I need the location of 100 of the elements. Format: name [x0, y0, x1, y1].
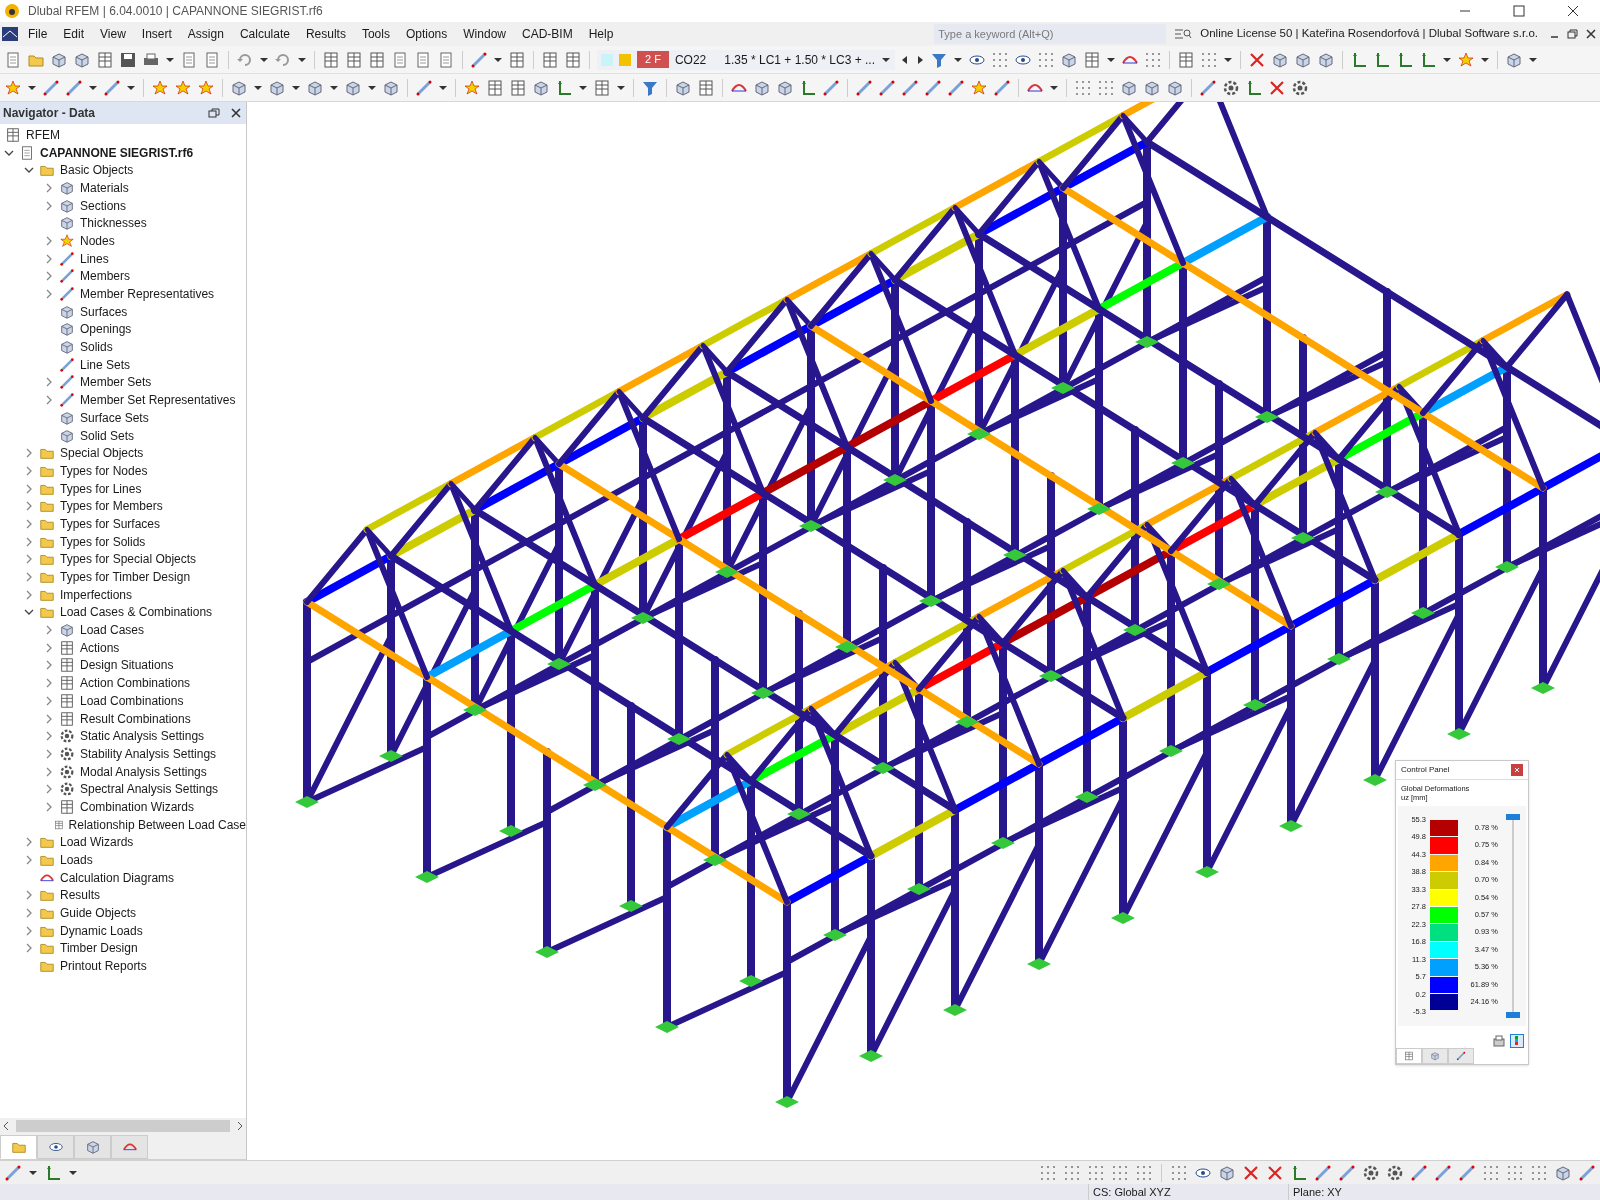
axis-icon[interactable] — [1350, 50, 1369, 69]
scrollbar-thumb[interactable] — [16, 1120, 230, 1132]
dot-grid-icon[interactable] — [1063, 1163, 1081, 1182]
tree-item[interactable]: Combination Wizards — [78, 797, 195, 816]
tree-item[interactable]: Relationship Between Load Case — [66, 815, 246, 834]
menu-item[interactable]: Options — [397, 25, 456, 43]
dot-grid-icon[interactable] — [1144, 50, 1163, 69]
tree-item[interactable]: Stability Analysis Settings — [78, 744, 217, 763]
tree-item[interactable]: Nodes — [78, 231, 115, 250]
tree-item[interactable]: Surfaces — [78, 302, 128, 321]
member-line-icon[interactable] — [1458, 1163, 1476, 1182]
tree-item[interactable]: Solids — [78, 338, 113, 357]
menu-item[interactable]: Assign — [179, 25, 232, 43]
tree-item[interactable]: Types for Nodes — [58, 461, 148, 480]
settings-icon[interactable] — [1362, 1163, 1380, 1182]
tree-item[interactable]: Load Combinations — [78, 691, 184, 710]
tree-item[interactable]: Types for Surfaces — [58, 514, 161, 533]
member-line-icon[interactable] — [855, 78, 873, 97]
range-slider[interactable] — [1506, 814, 1520, 1018]
table-icon[interactable] — [1083, 50, 1102, 69]
axis-icon[interactable] — [44, 1163, 62, 1182]
panel-tab[interactable] — [1422, 1048, 1448, 1064]
tree-item[interactable]: Action Combinations — [78, 674, 191, 693]
table-icon[interactable] — [564, 50, 582, 69]
dot-grid-icon[interactable] — [1039, 1163, 1057, 1182]
node-star-icon[interactable] — [197, 78, 215, 97]
tree-item[interactable]: Results — [58, 886, 100, 905]
tree-item[interactable]: Surface Sets — [78, 408, 149, 427]
member-line-icon[interactable] — [470, 50, 488, 69]
member-line-icon[interactable] — [924, 78, 942, 97]
node-star-icon[interactable] — [970, 78, 988, 97]
tree-item[interactable]: Line Sets — [78, 355, 131, 374]
dot-grid-icon[interactable] — [1200, 50, 1219, 69]
panel-tab[interactable] — [1396, 1048, 1422, 1064]
dot-grid-icon[interactable] — [1135, 1163, 1153, 1182]
member-line-icon[interactable] — [415, 78, 433, 97]
dot-grid-icon[interactable] — [1037, 50, 1056, 69]
node-star-icon[interactable] — [4, 78, 22, 97]
menu-item[interactable]: Results — [297, 25, 354, 43]
document-icon[interactable] — [414, 50, 432, 69]
dot-grid-icon[interactable] — [991, 50, 1010, 69]
menu-item[interactable]: Insert — [133, 25, 180, 43]
member-line-icon[interactable] — [4, 1163, 22, 1182]
search-field[interactable]: Type a keyword (Alt+Q) — [934, 24, 1167, 44]
tree-item[interactable]: Types for Solids — [58, 532, 146, 551]
load-case-selector[interactable]: 2 F CO22 1.35 * LC1 + 1.50 * LC3 + ... — [597, 49, 896, 70]
member-line-icon[interactable] — [1434, 1163, 1452, 1182]
tree-item[interactable]: Member Representatives — [78, 285, 215, 304]
restore-icon[interactable] — [207, 107, 221, 119]
table-icon[interactable] — [1177, 50, 1196, 69]
member-line-icon[interactable] — [1578, 1163, 1596, 1182]
navigator-tab[interactable] — [111, 1135, 148, 1159]
tree-item[interactable]: Sections — [78, 196, 127, 215]
print-icon[interactable] — [1492, 1034, 1506, 1048]
member-line-icon[interactable] — [822, 78, 840, 97]
tree-item[interactable]: Materials — [78, 178, 129, 197]
menu-item[interactable]: Window — [455, 25, 514, 43]
table-icon[interactable] — [593, 78, 611, 97]
tree-item[interactable]: Timber Design — [58, 939, 138, 958]
member-line-icon[interactable] — [993, 78, 1011, 97]
cross-icon[interactable] — [1266, 1163, 1284, 1182]
tree-item[interactable]: Load Cases & Combinations — [58, 603, 213, 622]
tree-item[interactable]: Solid Sets — [78, 426, 135, 445]
search-options-icon[interactable] — [1174, 27, 1193, 41]
tree-item[interactable]: Actions — [78, 638, 120, 657]
member-line-icon[interactable] — [1199, 78, 1217, 97]
cross-icon[interactable] — [1242, 1163, 1260, 1182]
member-line-icon[interactable] — [42, 78, 60, 97]
node-star-icon[interactable] — [174, 78, 192, 97]
document-icon[interactable] — [180, 50, 198, 69]
menu-item[interactable]: Calculate — [231, 25, 298, 43]
dot-grid-icon[interactable] — [1074, 78, 1092, 97]
tree-item[interactable]: Lines — [78, 249, 109, 268]
tree-item[interactable]: Loads — [58, 851, 93, 870]
tree-item[interactable]: Static Analysis Settings — [78, 727, 205, 746]
dot-grid-icon[interactable] — [1482, 1163, 1500, 1182]
tree-item[interactable]: Types for Special Objects — [58, 550, 197, 569]
axis-icon[interactable] — [555, 78, 573, 97]
tree-item[interactable]: Spectral Analysis Settings — [78, 780, 219, 799]
member-line-icon[interactable] — [1338, 1163, 1356, 1182]
tree-item[interactable]: Basic Objects — [58, 161, 134, 180]
tree-item[interactable]: Members — [78, 267, 130, 286]
member-line-icon[interactable] — [878, 78, 896, 97]
tree-item[interactable]: Design Situations — [78, 656, 174, 675]
menu-item[interactable]: Tools — [353, 25, 398, 43]
axis-icon[interactable] — [1419, 50, 1438, 69]
axis-icon[interactable] — [1290, 1163, 1308, 1182]
menu-item[interactable]: Help — [580, 25, 622, 43]
tree-item[interactable]: Types for Timber Design — [58, 568, 191, 587]
tree-item[interactable]: Load Wizards — [58, 833, 134, 852]
tree-item[interactable]: CAPANNONE SIEGRIST.rf6 — [38, 143, 194, 162]
panel-tab[interactable] — [1448, 1048, 1474, 1064]
table-icon[interactable] — [486, 78, 504, 97]
node-star-icon[interactable] — [1457, 50, 1476, 69]
table-icon[interactable] — [509, 78, 527, 97]
table-icon[interactable] — [345, 50, 363, 69]
settings-icon[interactable] — [1386, 1163, 1404, 1182]
menu-item[interactable]: File — [20, 25, 56, 43]
close-icon[interactable] — [229, 107, 243, 119]
tree-item[interactable]: Special Objects — [58, 444, 144, 463]
